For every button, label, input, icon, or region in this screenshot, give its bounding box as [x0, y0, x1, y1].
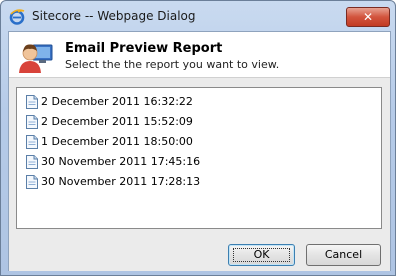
report-label: 30 November 2011 17:28:13 [41, 175, 201, 188]
dialog-instruction: Select the the report you want to view. [65, 58, 280, 71]
document-icon [26, 95, 38, 109]
report-label: 1 December 2011 18:50:00 [41, 135, 193, 148]
report-label: 30 November 2011 17:45:16 [41, 155, 201, 168]
document-icon [26, 135, 38, 149]
cancel-button[interactable]: Cancel [306, 244, 381, 266]
window-title: Sitecore -- Webpage Dialog [32, 9, 196, 23]
ie-icon [9, 9, 25, 25]
report-label: 2 December 2011 16:32:22 [41, 95, 193, 108]
title-bar[interactable]: Sitecore -- Webpage Dialog ✕ [1, 1, 395, 31]
dialog-body: 2 December 2011 16:32:22 2 December 2011… [9, 77, 390, 271]
dialog-window: Sitecore -- Webpage Dialog ✕ Email Previ… [0, 0, 396, 276]
document-icon [26, 155, 38, 169]
dialog-heading: Email Preview Report [65, 41, 223, 56]
dialog-content: Email Preview Report Select the the repo… [8, 31, 391, 271]
report-label: 2 December 2011 15:52:09 [41, 115, 193, 128]
close-button[interactable]: ✕ [346, 7, 390, 27]
document-icon [26, 115, 38, 129]
dialog-header: Email Preview Report Select the the repo… [9, 32, 390, 77]
report-list[interactable]: 2 December 2011 16:32:22 2 December 2011… [16, 87, 382, 229]
ok-button[interactable]: OK [228, 244, 295, 266]
user-computer-icon [19, 44, 53, 73]
focus-rectangle [233, 248, 290, 262]
document-icon [26, 175, 38, 189]
